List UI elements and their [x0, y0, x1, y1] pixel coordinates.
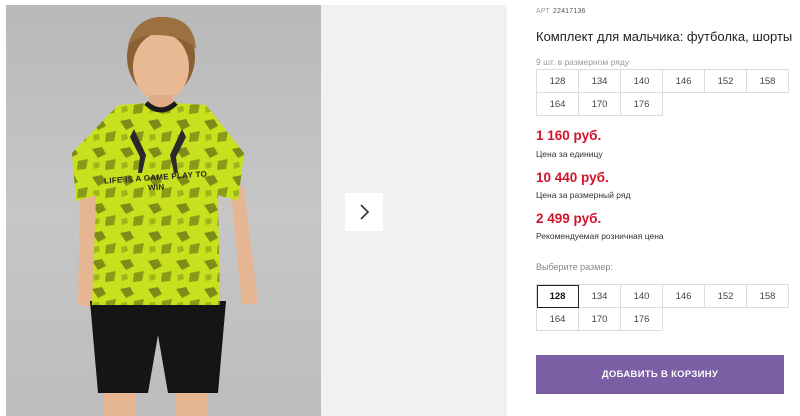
size-row-grid: 128 134 140 146 152 158 164 170 176 — [536, 69, 789, 116]
size-selector: 128 134 140 146 152 158 164 170 176 — [536, 284, 789, 331]
product-photo[interactable]: LIFE IS A GAME PLAY TO WIN — [6, 5, 321, 416]
product-gallery: LIFE IS A GAME PLAY TO WIN — [6, 5, 507, 416]
product-page: LIFE IS A GAME PLAY TO WIN АРТ 22417136 К… — [0, 0, 800, 416]
row-price-label: Цена за размерный ряд — [536, 190, 631, 200]
article-label: АРТ — [536, 8, 550, 15]
size-option-152[interactable]: 152 — [705, 285, 747, 308]
size-row-cell: 128 — [537, 70, 579, 93]
size-row-cell: 176 — [621, 93, 663, 116]
retail-price: 2 499 руб. — [536, 211, 602, 226]
row-price: 10 440 руб. — [536, 170, 609, 185]
next-image-button[interactable] — [345, 193, 383, 231]
choose-size-label: Выберите размер: — [536, 262, 613, 272]
size-row-cell: 134 — [579, 70, 621, 93]
unit-price: 1 160 руб. — [536, 128, 602, 143]
product-title: Комплект для мальчика: футболка, шорты — [536, 29, 793, 44]
article-number: 22417136 — [552, 8, 586, 15]
size-option-134[interactable]: 134 — [579, 285, 621, 308]
size-option-164[interactable]: 164 — [537, 308, 579, 331]
size-row-cell: 140 — [621, 70, 663, 93]
size-option-158[interactable]: 158 — [747, 285, 789, 308]
size-row-cell: 158 — [747, 70, 789, 93]
unit-price-label: Цена за единицу — [536, 149, 603, 159]
size-row-cell: 170 — [579, 93, 621, 116]
article-line: АРТ 22417136 — [536, 8, 586, 15]
size-option-170[interactable]: 170 — [579, 308, 621, 331]
add-to-cart-button[interactable]: ДОБАВИТЬ В КОРЗИНУ — [536, 355, 784, 394]
size-option-140[interactable]: 140 — [621, 285, 663, 308]
size-option-128[interactable]: 128 — [537, 285, 579, 308]
size-option-146[interactable]: 146 — [663, 285, 705, 308]
boy-model-image — [72, 16, 258, 416]
size-row-hint: 9 шт. в размерном ряду — [536, 57, 630, 67]
retail-price-label: Рекомендуемая розничная цена — [536, 231, 664, 241]
size-option-176[interactable]: 176 — [621, 308, 663, 331]
size-row-cell: 152 — [705, 70, 747, 93]
size-row-cell: 164 — [537, 93, 579, 116]
chevron-right-icon — [360, 204, 370, 220]
size-row-cell: 146 — [663, 70, 705, 93]
